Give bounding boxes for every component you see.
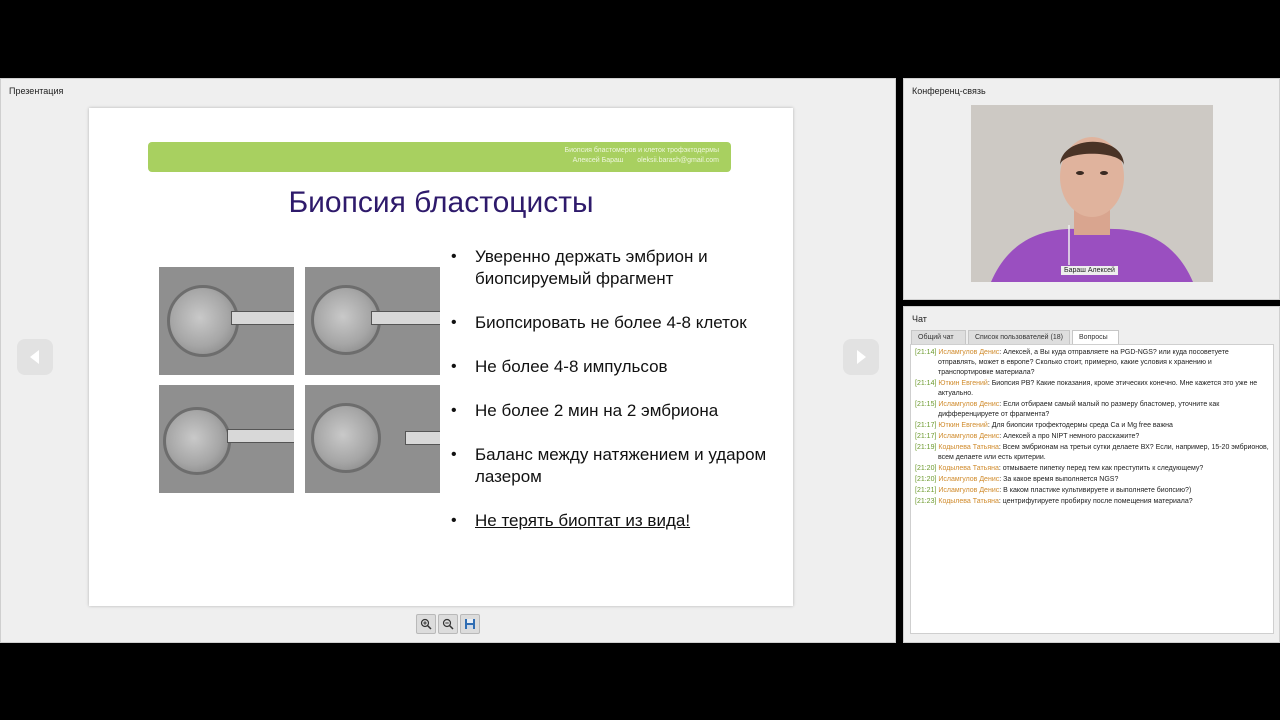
bullet-item: Баланс между натяжением и ударом лазером (451, 444, 791, 488)
banner-topic: Биопсия бластомеров и клеток трофэктодер… (564, 147, 720, 154)
bullet-item: Не более 4-8 импульсов (451, 356, 791, 378)
conference-panel: Конференц-связь Бараш Алексей (903, 78, 1280, 300)
zoom-out-icon (442, 618, 454, 630)
biopsy-photo-3 (159, 385, 294, 493)
chat-message: [21:20] Исламгулов Денис: За какое время… (915, 476, 1119, 483)
message-text: отмываете пипетку перед тем как преступи… (1002, 465, 1204, 472)
zoom-in-button[interactable] (416, 614, 436, 634)
zoom-in-icon (420, 618, 432, 630)
bullet-item: Биопсировать не более 4-8 клеток (451, 312, 791, 334)
message-text: Алексей а про NIPT немного расскажите? (1003, 433, 1140, 440)
message-author: Исламгулов Денис (938, 476, 1000, 483)
message-author: Юткин Евгений (938, 380, 988, 387)
slide-title: Биопсия бластоцисты (288, 186, 594, 219)
chat-message: [21:17] Исламгулов Денис: Алексей а про … (915, 433, 1140, 440)
zoom-out-button[interactable] (438, 614, 458, 634)
save-button[interactable] (460, 614, 480, 634)
chat-message: [21:20] Кодылева Татьяна: отмываете пипе… (915, 465, 1204, 472)
message-time: [21:17] (915, 433, 937, 440)
presentation-panel: Презентация Биопсия бластомеров и клеток… (0, 78, 896, 643)
chat-message: [21:21] Исламгулов Денис: В каком пласти… (915, 487, 1192, 494)
message-author: Исламгулов Денис (938, 401, 1000, 408)
bullet-list: Уверенно держать эмбрион и биопсируемый … (451, 246, 791, 554)
message-text: За какое время выполняется NGS? (1003, 476, 1119, 483)
biopsy-photo-1 (159, 267, 294, 375)
chat-message: [21:19] Кодылева Татьяна: Всем эмбрионам… (915, 444, 1269, 461)
message-author: Кодылева Татьяна (938, 498, 999, 505)
next-slide-button[interactable] (843, 339, 879, 375)
banner-author: Алексей Бараш (572, 157, 624, 164)
bullet-item-text: Не терять биоптат из вида! (475, 511, 691, 530)
presentation-panel-title: Презентация (9, 86, 64, 96)
save-icon (465, 619, 475, 629)
message-time: [21:14] (915, 380, 937, 387)
participant-name-label: Бараш Алексей (1061, 266, 1118, 275)
message-text: Для биопсии трофектодермы среда Ca и Mg … (991, 422, 1173, 429)
message-time: [21:20] (915, 476, 937, 483)
chat-message: [21:14] Юткин Евгений: Биопсия PB? Какие… (915, 380, 1258, 397)
prev-slide-button[interactable] (17, 339, 53, 375)
biopsy-photo-4 (305, 385, 440, 493)
chat-message: [21:17] Юткин Евгений: Для биопсии трофе… (915, 422, 1173, 429)
bullet-item-underlined: Не терять биоптат из вида! (451, 510, 791, 532)
conference-panel-title: Конференц-связь (912, 86, 986, 96)
chat-message: [21:14] Исламгулов Денис: Алексей, а Вы … (915, 349, 1229, 376)
slide-banner: Биопсия бластомеров и клеток трофэктодер… (148, 142, 731, 172)
webcam-person-image (971, 105, 1213, 282)
message-time: [21:17] (915, 422, 937, 429)
message-author: Кодылева Татьяна (938, 465, 999, 472)
message-time: [21:14] (915, 349, 937, 356)
message-time: [21:21] (915, 487, 937, 494)
chat-message: [21:23] Кодылева Татьяна: центрифугирует… (915, 498, 1193, 505)
chat-panel-title: Чат (912, 314, 927, 324)
tab-user-list[interactable]: Список пользователей (18) (968, 330, 1070, 344)
tab-general-chat[interactable]: Общий чат (911, 330, 966, 344)
slide: Биопсия бластомеров и клеток трофэктодер… (89, 108, 793, 606)
arrow-right-icon (857, 350, 866, 364)
message-author: Исламгулов Денис (938, 433, 1000, 440)
bullet-item: Не более 2 мин на 2 эмбриона (451, 400, 791, 422)
message-author: Исламгулов Денис (938, 487, 1000, 494)
message-time: [21:19] (915, 444, 937, 451)
biopsy-photo-2 (305, 267, 440, 375)
message-time: [21:20] (915, 465, 937, 472)
chat-panel: Чат Общий чат Список пользователей (18) … (903, 306, 1280, 643)
message-time: [21:15] (915, 401, 937, 408)
video-feed: Бараш Алексей (971, 105, 1213, 282)
tab-questions[interactable]: Вопросы (1072, 330, 1119, 344)
message-author: Кодылева Татьяна (938, 444, 999, 451)
message-author: Юткин Евгений (938, 422, 988, 429)
chat-message: [21:15] Исламгулов Денис: Если отбираем … (915, 401, 1220, 418)
message-time: [21:23] (915, 498, 937, 505)
arrow-left-icon (30, 350, 39, 364)
message-text: центрифугируете пробирку после помещения… (1002, 498, 1193, 505)
banner-email: oleksii.barash@gmail.com (637, 157, 719, 164)
message-text: В каком пластике культивируете и выполня… (1003, 487, 1192, 494)
message-author: Исламгулов Денис (938, 349, 1000, 356)
chat-message-list[interactable]: [21:14] Исламгулов Денис: Алексей, а Вы … (910, 344, 1274, 634)
bullet-item: Уверенно держать эмбрион и биопсируемый … (451, 246, 791, 290)
